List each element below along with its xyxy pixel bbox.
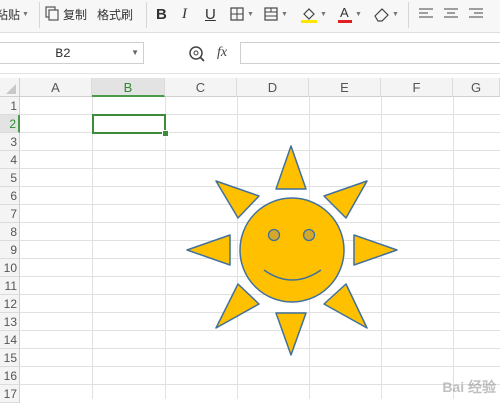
sun-ray: [215, 180, 260, 219]
sun-face: [239, 197, 345, 303]
sun-ray: [323, 180, 368, 219]
sun-ray: [353, 234, 398, 266]
sun-right-eye: [302, 228, 316, 242]
sun-left-eye: [267, 228, 281, 242]
sun-ray: [186, 234, 231, 266]
sun-ray: [275, 312, 307, 356]
sun-ray: [215, 283, 260, 329]
sun-ray: [275, 145, 307, 190]
sun-shape[interactable]: [0, 0, 500, 399]
watermark: Bai 经验: [442, 379, 496, 395]
sun-ray: [323, 283, 368, 329]
